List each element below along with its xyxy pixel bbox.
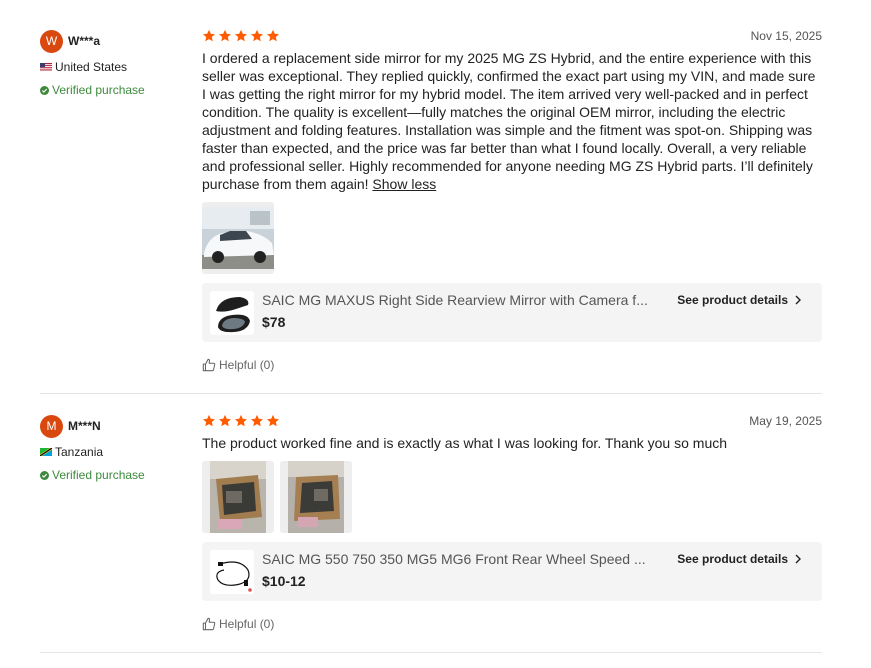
verified-badge: Verified purchase (40, 468, 200, 482)
helpful-button[interactable]: Helpful (0) (202, 617, 822, 631)
wheel-speed-sensor-image (210, 550, 254, 594)
star-icon (218, 29, 232, 42)
side-mirror-image (210, 291, 254, 335)
review-photo[interactable] (202, 202, 274, 274)
product-card[interactable]: SAIC MG MAXUS Right Side Rearview Mirror… (202, 283, 822, 342)
car-photo-thumbnail (202, 207, 274, 269)
review-item: M M***N Tanzania Verified purchase May 1… (40, 414, 822, 634)
star-rating (202, 414, 822, 428)
show-less-link[interactable]: Show less (372, 176, 436, 192)
see-product-details-button[interactable]: See product details (677, 293, 802, 307)
star-icon (266, 414, 280, 427)
review-divider (40, 652, 822, 653)
tz-flag-icon (40, 448, 52, 456)
country-name: Tanzania (55, 445, 104, 459)
review-content: May 19, 2025 The product worked fine and… (202, 414, 822, 631)
thumbs-up-icon (202, 358, 216, 372)
product-title[interactable]: SAIC MG MAXUS Right Side Rearview Mirror… (262, 292, 667, 308)
review-content: Nov 15, 2025 I ordered a replacement sid… (202, 29, 822, 372)
helpful-label: Helpful (0) (219, 617, 275, 631)
verified-label: Verified purchase (52, 468, 145, 482)
review-photos (202, 202, 822, 274)
star-icon (218, 414, 232, 427)
country-name: United States (55, 60, 128, 74)
helpful-label: Helpful (0) (219, 358, 275, 372)
review-date: May 19, 2025 (749, 414, 822, 428)
review-text: I ordered a replacement side mirror for … (202, 49, 822, 193)
star-icon (202, 414, 216, 427)
review-body: I ordered a replacement side mirror for … (202, 50, 816, 192)
see-product-details-label: See product details (677, 552, 788, 566)
verified-badge: Verified purchase (40, 83, 200, 97)
reviewer-name: M***N (68, 419, 101, 433)
reviewer-info: W W***a United States Verified purchase (40, 29, 200, 97)
star-icon (202, 29, 216, 42)
verified-label: Verified purchase (52, 83, 145, 97)
reviewer-country: United States (40, 60, 200, 74)
see-product-details-label: See product details (677, 293, 788, 307)
star-icon (266, 29, 280, 42)
review-item: W W***a United States Verified purchase … (40, 29, 822, 374)
product-thumbnail[interactable] (210, 550, 254, 594)
product-price: $78 (262, 314, 286, 330)
product-card[interactable]: SAIC MG 550 750 350 MG5 MG6 Front Rear W… (202, 542, 822, 601)
review-divider (40, 393, 822, 394)
avatar: W (40, 29, 63, 53)
review-text: The product worked fine and is exactly a… (202, 434, 822, 452)
verified-check-icon (40, 470, 49, 480)
product-title[interactable]: SAIC MG 550 750 350 MG5 MG6 Front Rear W… (262, 551, 667, 567)
star-icon (234, 29, 248, 42)
avatar: M (40, 414, 63, 438)
chevron-right-icon (795, 554, 801, 564)
thumbs-up-icon (202, 617, 216, 631)
product-price: $10-12 (262, 573, 306, 589)
helpful-button[interactable]: Helpful (0) (202, 358, 822, 372)
star-icon (250, 29, 264, 42)
product-thumbnail[interactable] (210, 291, 254, 335)
chevron-right-icon (795, 295, 801, 305)
see-product-details-button[interactable]: See product details (677, 552, 802, 566)
star-icon (250, 414, 264, 427)
package-photo-thumbnail (288, 461, 344, 533)
verified-check-icon (40, 85, 49, 95)
star-rating (202, 29, 822, 43)
review-body: The product worked fine and is exactly a… (202, 435, 728, 451)
review-photos (202, 461, 822, 533)
us-flag-icon (40, 63, 52, 71)
review-date: Nov 15, 2025 (750, 29, 822, 43)
review-photo[interactable] (202, 461, 274, 533)
reviewer-name: W***a (68, 34, 101, 48)
reviewer-country: Tanzania (40, 445, 200, 459)
review-photo[interactable] (280, 461, 352, 533)
reviewer-info: M M***N Tanzania Verified purchase (40, 414, 200, 482)
package-photo-thumbnail (210, 461, 266, 533)
star-icon (234, 414, 248, 427)
